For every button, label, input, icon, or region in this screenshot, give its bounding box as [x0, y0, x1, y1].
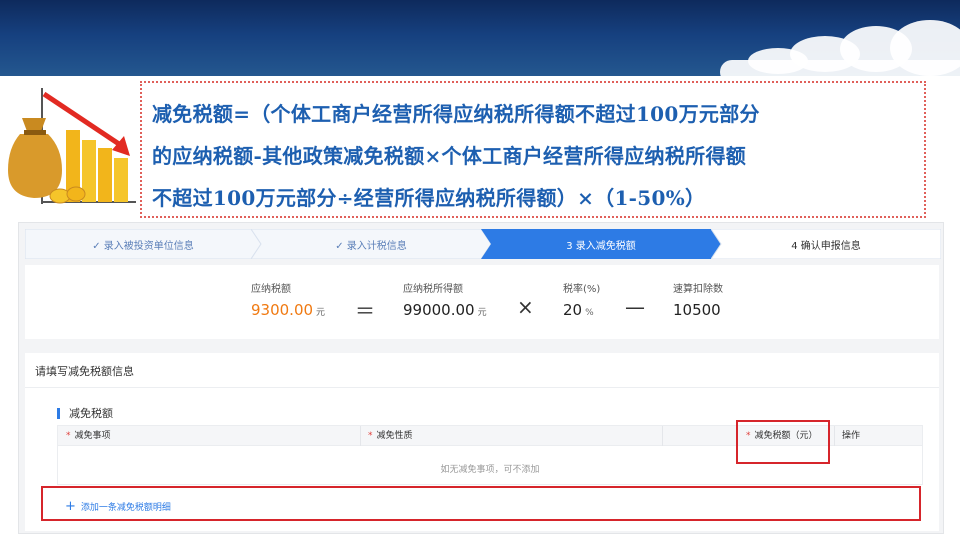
formula-line-2: 的应纳税额-其他政策减免税额×个体工商户经营所得应纳税所得额 [152, 144, 747, 168]
step-label: ✓ 录入计税信息 [335, 240, 407, 252]
step-investee-info[interactable]: ✓ 录入被投资单位信息 [25, 229, 261, 259]
tax-payable: 应纳税额 9300.00 元 [251, 283, 325, 319]
equals-sign: ＝ [355, 299, 375, 323]
step-tax-reduction[interactable]: 3 录入减免税额 [481, 229, 721, 259]
step-label: 3 录入减免税额 [566, 240, 636, 252]
tax-rate-label: 税率(%) [563, 284, 601, 295]
unit-label: 元 [477, 308, 487, 318]
slide: 减免税额=（个体工商户经营所得应纳税所得额不超过100万元部分 的应纳税额-其他… [0, 0, 960, 540]
step-label: ✓ 录入被投资单位信息 [92, 240, 194, 252]
unit-label: % [585, 308, 594, 318]
header-band [0, 0, 960, 84]
quick-deduction-value: 10500 [673, 301, 721, 319]
tax-rate-value: 20% [563, 301, 600, 319]
highlight-box-add-row [41, 486, 921, 521]
taxable-income-label: 应纳税所得额 [403, 284, 463, 295]
quick-deduction-label: 速算扣除数 [673, 284, 723, 295]
highlight-box-reduction-amount [736, 420, 830, 464]
column-label: 减免事项 [74, 431, 111, 441]
column-header-nature: * 减免性质 [360, 426, 660, 446]
tax-calculation-card: 应纳税额 9300.00 元 ＝ 应纳税所得额 99000.00 元 × 税率(%)… [25, 265, 939, 339]
section-title: 减免税额 [57, 405, 113, 421]
column-header-actions: 操作 [834, 426, 922, 446]
minus-sign: — [625, 295, 645, 319]
column-label: 操作 [842, 431, 861, 441]
tax-rate-amount: 20 [563, 301, 583, 319]
required-mark: * [368, 431, 373, 441]
divider [25, 387, 939, 388]
section-bar-accent [57, 407, 60, 419]
formula-line-1: 减免税额=（个体工商户经营所得应纳税所得额不超过100万元部分 [152, 102, 760, 126]
column-header-blank [662, 426, 732, 446]
formula-line-3: 不超过100万元部分÷经营所得应纳税所得额）×（1-50%） [152, 186, 706, 210]
step-confirm[interactable]: 4 确认申报信息 [711, 229, 941, 259]
tax-rate: 税率(%) 20% [563, 283, 600, 319]
section-title-text: 减免税额 [69, 407, 113, 420]
column-label: 减免性质 [376, 431, 413, 441]
form-title: 请填写减免税额信息 [35, 365, 134, 378]
taxable-income-value: 99000.00 元 [403, 301, 487, 319]
step-progress-bar: ✓ 录入被投资单位信息 ✓ 录入计税信息 3 录入减免税额 4 确认申报信息 [25, 229, 941, 259]
multiply-sign: × [517, 295, 534, 319]
tax-payable-amount: 9300.00 [251, 301, 314, 319]
tax-payable-label: 应纳税额 [251, 284, 291, 295]
column-header-item: * 减免事项 [58, 426, 358, 446]
taxable-income: 应纳税所得额 99000.00 元 [403, 283, 487, 319]
step-label: 4 确认申报信息 [791, 240, 861, 252]
required-mark: * [66, 431, 71, 441]
money-bag-illustration [8, 88, 136, 204]
formula-box: 减免税额=（个体工商户经营所得应纳税所得额不超过100万元部分 的应纳税额-其他… [140, 81, 926, 218]
unit-label: 元 [316, 308, 326, 318]
quick-deduction: 速算扣除数 10500 [673, 283, 723, 319]
taxable-income-amount: 99000.00 [403, 301, 475, 319]
tax-payable-value: 9300.00 元 [251, 301, 325, 319]
step-tax-info[interactable]: ✓ 录入计税信息 [251, 229, 491, 259]
